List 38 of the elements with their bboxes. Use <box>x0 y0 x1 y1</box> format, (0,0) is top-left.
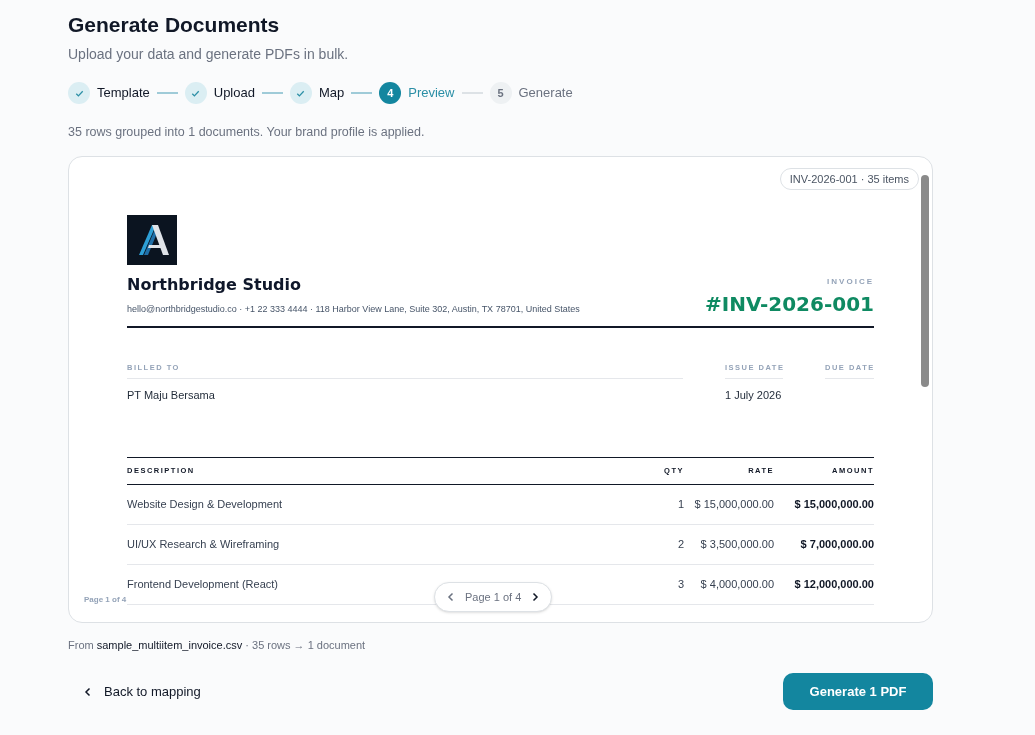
step-label: Map <box>318 84 345 103</box>
table-cell: 3 <box>654 564 684 605</box>
table-cell: 1 <box>654 484 684 525</box>
generate-button[interactable]: Generate 1 PDF <box>783 673 933 711</box>
step-label: Upload <box>213 84 255 103</box>
table-cell: $ 4,000,000.00 <box>684 564 774 605</box>
table-cell: 2 <box>654 524 684 565</box>
table-cell: $ 15,000,000.00 <box>774 484 874 525</box>
next-icon[interactable] <box>531 591 540 602</box>
issue-date-value: 1 July 2026 <box>725 387 783 403</box>
invoice-number: #INV-2026-001 <box>705 292 874 317</box>
back-button[interactable]: Back to mapping <box>68 673 217 710</box>
document-badge: INV-2026-001 · 35 items <box>779 167 919 191</box>
company-contact: hello@northbridgestudio.co · +1 22 333 4444 · 118 Harbor View Lane, Suite 302, Austin, TX 78701, United States <box>127 302 580 316</box>
item-description: Frontend Development (React) <box>127 578 278 591</box>
document-type: INVOICE <box>827 276 874 289</box>
page-title: Generate Documents <box>68 12 281 38</box>
table-cell: $ 3,500,000.00 <box>684 524 774 565</box>
page-subtitle: Upload your data and generate PDFs in bulk. <box>68 45 350 64</box>
page-indicator: Page 1 of 4 <box>465 589 522 605</box>
table-cell: $ 12,000,000.00 <box>774 564 874 605</box>
step-label: Generate <box>518 84 573 103</box>
source-info: From sample_multiitem_invoice.csv · 35 rows → 1 document <box>68 637 367 653</box>
step-number: 4 <box>379 82 402 104</box>
billed-to-value: PT Maju Bersama <box>127 387 216 403</box>
company-name: Northbridge Studio <box>127 273 302 296</box>
summary-text: 35 rows grouped into 1 documents. Your brand profile is applied. <box>68 124 426 141</box>
item-description: UI/UX Research & Wireframing <box>127 538 280 551</box>
step-number: 5 <box>489 82 512 104</box>
table-cell: $ 15,000,000.00 <box>684 484 774 525</box>
page-label: Page 1 of 4 <box>84 593 127 606</box>
step-label: Template <box>97 84 150 103</box>
chevron-left-icon <box>84 686 92 697</box>
table-cell: $ 7,000,000.00 <box>774 524 874 565</box>
previous-icon[interactable] <box>447 591 455 602</box>
step-label: Preview <box>408 84 455 103</box>
item-description: Website Design & Development <box>127 498 283 511</box>
logo-drawing <box>127 214 177 265</box>
